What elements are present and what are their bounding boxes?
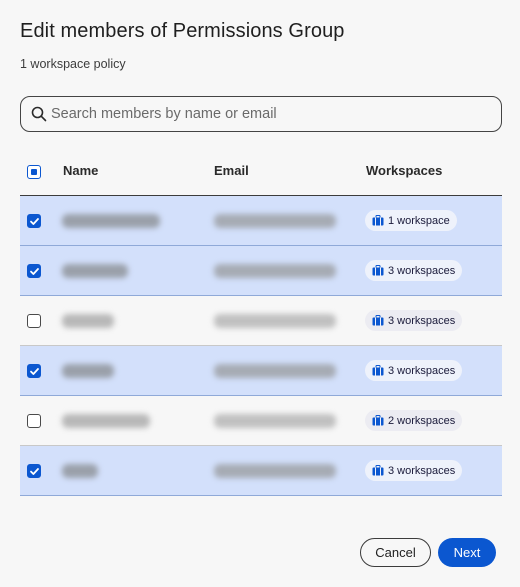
member-email-redacted [214, 214, 336, 228]
dialog-subtitle: 1 workspace policy [20, 57, 126, 71]
row-checkbox[interactable] [27, 414, 41, 428]
workspaces-count: 1 workspace [388, 214, 450, 227]
table-row[interactable]: 2 workspaces [20, 396, 502, 446]
member-name-redacted [62, 264, 128, 278]
column-header-email[interactable]: Email [214, 163, 249, 178]
next-button[interactable]: Next [438, 538, 496, 567]
row-checkbox[interactable] [27, 214, 41, 228]
edit-members-dialog: Edit members of Permissions Group 1 work… [0, 0, 520, 587]
row-checkbox[interactable] [27, 264, 41, 278]
briefcase-icon [372, 215, 384, 226]
briefcase-icon [372, 415, 384, 426]
workspaces-badge: 3 workspaces [365, 310, 463, 331]
table-row[interactable]: 1 workspace [20, 196, 502, 246]
workspaces-count: 3 workspaces [388, 464, 456, 477]
workspaces-count: 3 workspaces [388, 364, 456, 377]
row-checkbox[interactable] [27, 364, 41, 378]
search-field[interactable] [20, 96, 502, 132]
member-email-redacted [214, 464, 336, 478]
checkmark-icon [29, 467, 39, 475]
table-row[interactable]: 3 workspaces [20, 246, 502, 296]
table-row[interactable]: 3 workspaces [20, 346, 502, 396]
briefcase-icon [372, 315, 384, 326]
workspaces-badge: 2 workspaces [365, 410, 463, 431]
briefcase-icon [372, 365, 384, 376]
row-checkbox[interactable] [27, 464, 41, 478]
member-email-redacted [214, 264, 336, 278]
briefcase-icon [372, 465, 384, 476]
member-email-redacted [214, 414, 336, 428]
workspaces-badge: 1 workspace [365, 210, 457, 231]
workspaces-badge: 3 workspaces [365, 360, 463, 381]
search-icon [31, 106, 47, 122]
dialog-title: Edit members of Permissions Group [20, 20, 345, 42]
workspaces-count: 2 workspaces [388, 414, 456, 427]
column-header-name[interactable]: Name [63, 163, 98, 178]
checkmark-icon [29, 367, 39, 375]
briefcase-icon [372, 265, 384, 276]
table-row[interactable]: 3 workspaces [20, 296, 502, 346]
workspaces-count: 3 workspaces [388, 264, 456, 277]
table-row[interactable]: 3 workspaces [20, 446, 502, 496]
workspaces-badge: 3 workspaces [365, 460, 463, 481]
member-email-redacted [214, 314, 336, 328]
member-email-redacted [214, 364, 336, 378]
members-table: Name Email Workspaces 1 workspace 3 works… [20, 148, 502, 496]
select-all-checkbox[interactable] [27, 165, 41, 179]
member-name-redacted [62, 314, 114, 328]
table-header: Name Email Workspaces [20, 148, 502, 196]
workspaces-badge: 3 workspaces [365, 260, 463, 281]
member-name-redacted [62, 364, 114, 378]
checkmark-icon [29, 217, 39, 225]
member-name-redacted [62, 414, 150, 428]
search-input[interactable] [51, 106, 471, 122]
member-name-redacted [62, 464, 98, 478]
member-name-redacted [62, 214, 160, 228]
table-body: 1 workspace 3 workspaces 3 workspaces 3 wor… [20, 196, 502, 496]
checkmark-icon [29, 267, 39, 275]
column-header-workspaces[interactable]: Workspaces [366, 163, 442, 178]
row-checkbox[interactable] [27, 314, 41, 328]
workspaces-count: 3 workspaces [388, 314, 456, 327]
cancel-button[interactable]: Cancel [360, 538, 431, 567]
